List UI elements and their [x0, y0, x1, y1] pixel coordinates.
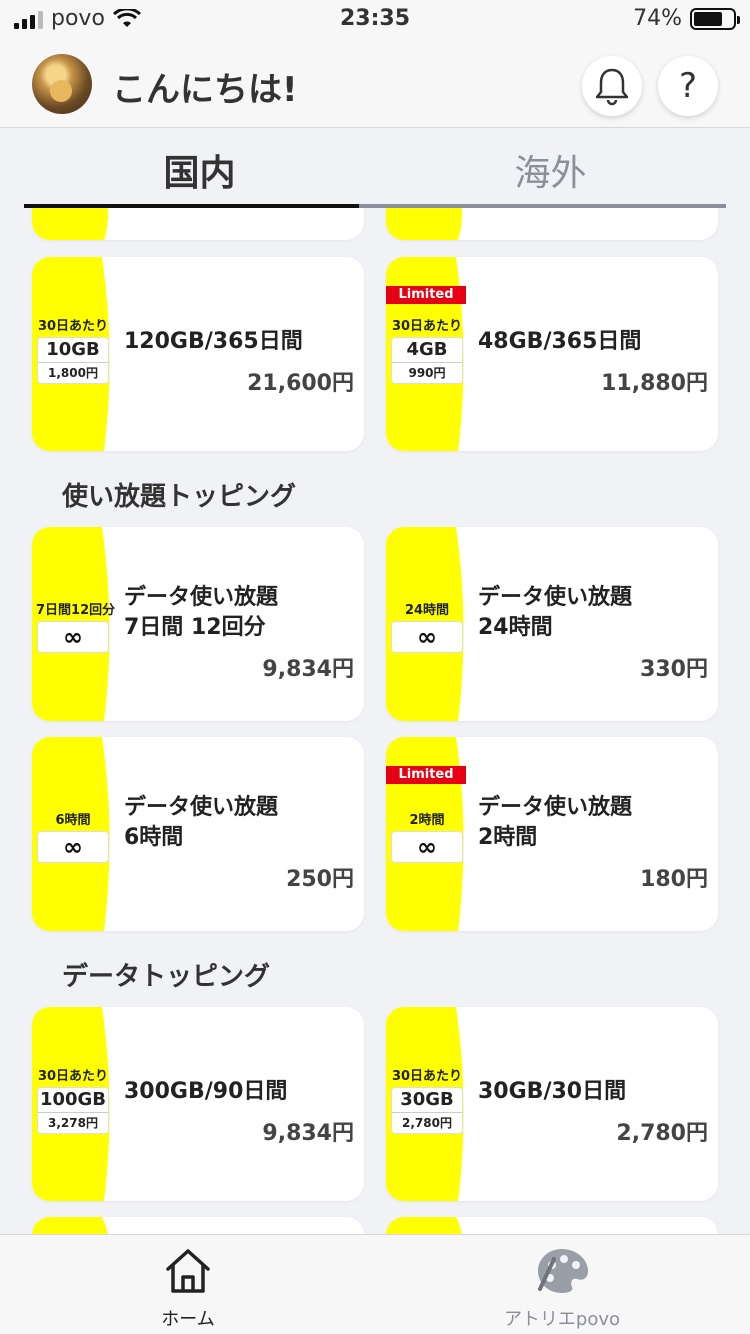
- topping-card[interactable]: 30日あたり 100GB 3,278円 300GB/90日間 9,834円: [32, 1007, 364, 1201]
- topping-title: データ使い放題 7日間 12回分: [124, 585, 279, 640]
- infinity-icon: ∞: [417, 623, 437, 651]
- duration-badge: 6時間 ∞: [36, 809, 110, 863]
- app-header: こんにちは! ?: [0, 40, 750, 128]
- tab-home-label: ホーム: [161, 1309, 215, 1330]
- topping-price: 330円: [640, 657, 708, 682]
- limited-badge: Limited: [386, 286, 466, 304]
- topping-card[interactable]: 30日あたり 30GB 2,780円 30GB/30日間 2,780円: [386, 1007, 718, 1201]
- topping-price: 21,600円: [247, 371, 354, 396]
- partial-card[interactable]: [386, 208, 718, 240]
- battery-icon: [690, 7, 740, 30]
- infinity-icon: ∞: [63, 833, 83, 861]
- partial-card[interactable]: [32, 1217, 364, 1234]
- topping-title: データ使い放題 2時間: [478, 795, 633, 850]
- palette-icon: [538, 1249, 588, 1293]
- tab-atelier[interactable]: アトリエpovo: [462, 1245, 662, 1331]
- status-bar: povo 23:35 74%: [0, 0, 750, 40]
- partial-card[interactable]: [32, 208, 364, 240]
- topping-price: 180円: [640, 867, 708, 892]
- topping-price: 11,880円: [601, 371, 708, 396]
- topping-title: 48GB/365日間: [478, 329, 642, 354]
- infinity-icon: ∞: [63, 623, 83, 651]
- greeting-text: こんにちは!: [112, 70, 298, 110]
- topping-title: 30GB/30日間: [478, 1079, 627, 1104]
- topping-title: データ使い放題 6時間: [124, 795, 279, 850]
- topping-card[interactable]: 24時間 ∞ データ使い放題 24時間 330円: [386, 527, 718, 721]
- section-title-data: データトッピング: [62, 962, 271, 992]
- per-month-badge: 30日あたり 4GB 990円: [390, 315, 464, 384]
- topping-price: 250円: [286, 867, 354, 892]
- duration-badge: 24時間 ∞: [390, 599, 464, 653]
- avatar[interactable]: [32, 54, 92, 114]
- tab-domestic[interactable]: 国内: [24, 144, 375, 196]
- topping-card[interactable]: 30日あたり 10GB 1,800円 120GB/365日間 21,600円: [32, 257, 364, 451]
- topping-list[interactable]: 30日あたり 10GB 1,800円 120GB/365日間 21,600円 Li…: [0, 208, 750, 1234]
- help-button[interactable]: ?: [658, 56, 718, 116]
- topping-card[interactable]: 7日間12回分 ∞ データ使い放題 7日間 12回分 9,834円: [32, 527, 364, 721]
- partial-card[interactable]: [386, 1217, 718, 1234]
- duration-badge: 7日間12回分 ∞: [36, 603, 116, 653]
- duration-badge: 2時間 ∞: [390, 809, 464, 863]
- home-icon: [166, 1249, 210, 1293]
- per-month-badge: 30日あたり 100GB 3,278円: [36, 1065, 110, 1134]
- tab-home[interactable]: ホーム: [88, 1245, 288, 1331]
- notification-button[interactable]: [582, 56, 642, 116]
- help-icon: ?: [678, 66, 698, 106]
- topping-card[interactable]: Limited 2時間 ∞ データ使い放題 2時間 180円: [386, 737, 718, 931]
- topping-card[interactable]: Limited 30日あたり 4GB 990円 48GB/365日間 11,880…: [386, 257, 718, 451]
- topping-price: 2,780円: [616, 1121, 708, 1146]
- infinity-icon: ∞: [417, 833, 437, 861]
- region-tabs: 国内 海外: [24, 130, 726, 208]
- battery-percent: 74%: [633, 6, 682, 31]
- per-month-badge: 30日あたり 30GB 2,780円: [390, 1065, 464, 1134]
- section-title-unlimited: 使い放題トッピング: [62, 482, 297, 512]
- battery-info: 74%: [633, 6, 740, 31]
- bottom-tab-bar: ホーム アトリエpovo: [0, 1234, 750, 1334]
- topping-price: 9,834円: [262, 1121, 354, 1146]
- topping-price: 9,834円: [262, 657, 354, 682]
- topping-title: データ使い放題 24時間: [478, 585, 633, 640]
- limited-badge: Limited: [386, 766, 466, 784]
- bell-icon: [595, 68, 629, 106]
- tab-overseas[interactable]: 海外: [375, 144, 726, 196]
- topping-title: 120GB/365日間: [124, 329, 303, 354]
- tab-atelier-label: アトリエpovo: [503, 1309, 621, 1330]
- topping-title: 300GB/90日間: [124, 1079, 288, 1104]
- per-month-badge: 30日あたり 10GB 1,800円: [36, 315, 110, 384]
- topping-card[interactable]: 6時間 ∞ データ使い放題 6時間 250円: [32, 737, 364, 931]
